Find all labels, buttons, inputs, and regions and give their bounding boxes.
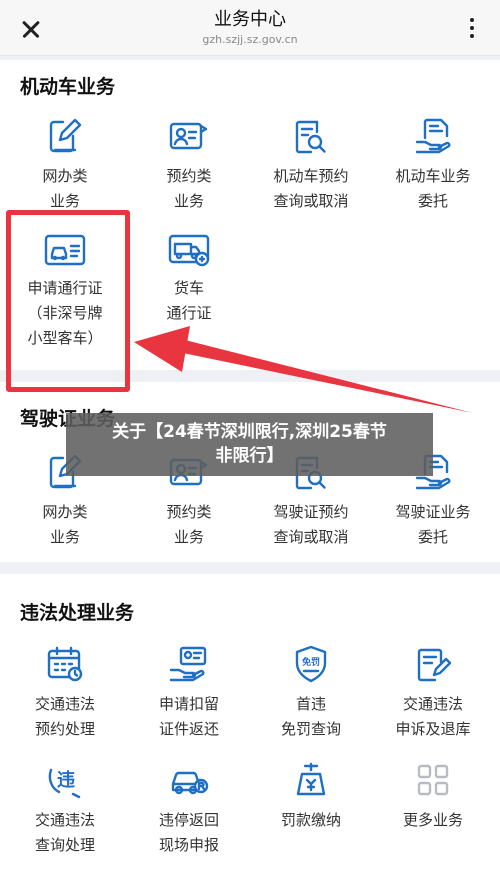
truck-pass-icon — [168, 234, 210, 267]
item-label-1: 网办类 — [42, 167, 88, 185]
item-label-2: 业务 — [49, 192, 80, 210]
fine-payment[interactable]: 罚款缴纳 — [250, 760, 372, 833]
violation-query-handle[interactable]: 违 交通违法查询处理 — [4, 760, 126, 858]
item-label-1: 交通违法 — [34, 695, 95, 713]
item-label-2: 查询处理 — [34, 836, 95, 854]
grid-more-icon — [417, 764, 449, 796]
item-label-1: 货车 — [173, 279, 204, 297]
item-label-2: 证件返还 — [158, 720, 219, 738]
calendar-icon — [47, 646, 83, 682]
item-label-1: 首违 — [295, 695, 326, 713]
caption-overlay: 关于【24春节深圳限行,深圳25春节 非限行】 — [66, 413, 433, 476]
violation-appointment[interactable]: 交通违法 预约处理 — [4, 644, 126, 742]
tow-car-icon — [171, 771, 209, 795]
violation-appeal[interactable]: 交通违法 申诉及退库 — [372, 644, 494, 742]
item-label-2: 业务 — [173, 192, 204, 210]
waiver-badge-text: 免罚 — [302, 656, 320, 668]
waiver-badge-icon: 免罚 — [295, 645, 327, 683]
hand-card-icon — [169, 646, 207, 682]
item-label-2: 现场申报 — [158, 836, 219, 854]
item-label-2: 业务 — [49, 528, 80, 546]
item-label-1: 更多业务 — [402, 811, 463, 829]
detained-cert-return[interactable]: 申请扣留 证件返还 — [128, 644, 250, 742]
item-label-1: 交通违法 — [34, 811, 95, 829]
caption-line-1: 关于【24春节深圳限行,深圳25春节 — [112, 422, 387, 442]
search-doc-icon — [295, 120, 326, 154]
item-label-1: 驾驶证预约 — [273, 503, 349, 521]
section-violation: 违法处理业务 交通违法 预约处理 申请扣留 证件返还 免罚 首违 免罚查询 交通违法申… — [0, 574, 500, 890]
truck-pass[interactable]: 货车 通行证 — [128, 232, 250, 326]
item-label-1: 网办类 — [42, 503, 88, 521]
section-title: 违法处理业务 — [20, 602, 135, 624]
title-block: 业务中心 gzh.szjj.sz.gov.cn — [0, 8, 500, 48]
item-label-1: 交通违法 — [402, 695, 463, 713]
item-label-1: 预约类 — [166, 503, 212, 521]
towed-parking-report[interactable]: 违停返回 现场申报 — [128, 760, 250, 858]
item-label-1: 违停返回 — [158, 811, 219, 829]
item-label-2: 预约处理 — [34, 720, 95, 738]
item-label-1: 预约类 — [166, 167, 212, 185]
item-label-2: 业务 — [173, 528, 204, 546]
fine-payment-icon — [296, 762, 326, 796]
id-card-icon — [169, 122, 208, 150]
caption-line-2: 非限行】 — [215, 446, 284, 466]
appeal-doc-icon — [417, 648, 452, 682]
top-bar: 业务中心 gzh.szjj.sz.gov.cn — [0, 0, 500, 56]
vehicle-business-entrust[interactable]: 机动车业务 委托 — [372, 116, 494, 214]
violation-text: 违 — [57, 769, 75, 791]
item-label-2: 免罚查询 — [280, 720, 341, 738]
item-label-2: 查询或取消 — [273, 528, 349, 546]
page-url: gzh.szjj.sz.gov.cn — [202, 33, 298, 46]
item-label-2: 通行证 — [166, 304, 212, 322]
vehicle-appointment-business[interactable]: 预约类 业务 — [128, 116, 250, 214]
more-business[interactable]: 更多业务 — [372, 760, 494, 833]
item-label-1: 罚款缴纳 — [280, 811, 341, 829]
vehicle-online-business[interactable]: 网办类 业务 — [4, 116, 126, 214]
item-label-1: 驾驶证业务 — [395, 503, 471, 521]
item-label-2: 委托 — [417, 192, 448, 210]
highlight-box — [6, 210, 130, 392]
hand-doc-icon — [415, 118, 451, 154]
edit-doc-icon — [49, 118, 82, 153]
item-label-1: 机动车业务 — [395, 167, 471, 185]
vehicle-appointment-query[interactable]: 机动车预约查询或取消 — [250, 116, 372, 214]
more-menu-button[interactable] — [462, 18, 482, 38]
page-title: 业务中心 — [214, 9, 286, 30]
item-label-2: 查询或取消 — [273, 192, 349, 210]
section-title: 机动车业务 — [20, 76, 116, 98]
item-label-2: 申诉及退库 — [395, 720, 471, 738]
violation-icon: 违 — [48, 768, 81, 799]
item-label-1: 申请扣留 — [158, 695, 219, 713]
item-label-1: 机动车预约 — [273, 167, 349, 185]
item-label-2: 委托 — [417, 528, 448, 546]
first-offense-waiver-query[interactable]: 免罚 首违 免罚查询 — [250, 644, 372, 742]
